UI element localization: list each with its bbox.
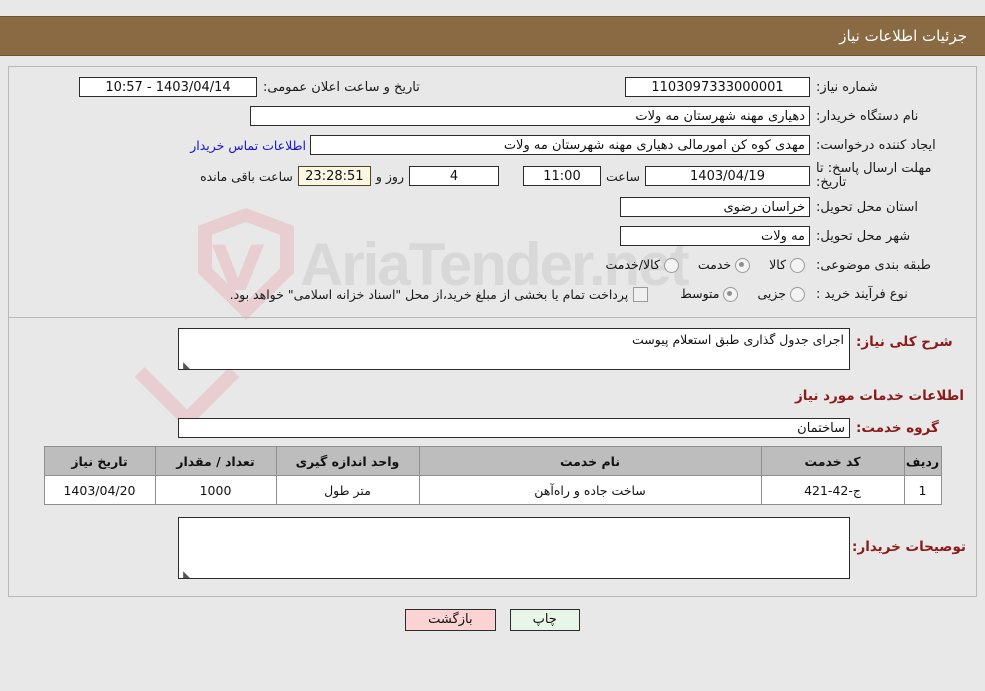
row-buyer-org: نام دستگاه خریدار: دهیاری مهنه شهرستان م… [19, 104, 966, 128]
row-service-group: گروه خدمت: ساختمان [19, 416, 966, 440]
cell-quantity: 1000 [154, 475, 277, 505]
category-label: طبقه بندی موضوعی: [816, 257, 932, 273]
deadline-label-line1: مهلت ارسال پاسخ: تا [816, 161, 932, 176]
col-need-date: تاریخ نیاز [43, 446, 156, 476]
cell-service-code: ج-42-421 [760, 475, 905, 505]
col-service-name: نام خدمت [418, 446, 762, 476]
row-city: شهر محل تحویل: مه ولات [19, 224, 966, 248]
service-group-value[interactable]: ساختمان [178, 418, 850, 438]
process-option-motavaset[interactable]: متوسط [666, 286, 743, 302]
announce-label: تاریخ و ساعت اعلان عمومی: [263, 79, 420, 95]
city-value[interactable]: مه ولات [620, 226, 810, 246]
cell-need-date: 1403/04/20 [43, 475, 156, 505]
deadline-date-value[interactable]: 1403/04/19 [645, 166, 810, 186]
radio-kala-khedmat-icon[interactable] [663, 258, 679, 273]
category-option-kala[interactable]: کالا [755, 257, 810, 273]
hour-label: ساعت [605, 168, 640, 184]
radio-jozii-icon[interactable] [790, 287, 805, 302]
days-remaining-value[interactable]: 4 [408, 166, 499, 186]
process-option-motavaset-label: متوسط [680, 286, 720, 301]
creator-value[interactable]: مهدی کوه کن امورمالی دهیاری مهنه شهرستان… [310, 135, 810, 155]
treasury-checkbox-label: پرداخت تمام یا بخشی از مبلغ خرید،از محل … [229, 286, 629, 302]
cell-unit: متر طول [275, 475, 420, 505]
remaining-suffix-label: ساعت باقی مانده [200, 168, 293, 184]
general-desc-textarea[interactable] [178, 328, 850, 370]
service-group-label: گروه خدمت: [856, 420, 939, 436]
creator-label: ایجاد کننده درخواست: [816, 137, 936, 153]
cell-index: 1 [903, 475, 942, 505]
province-value[interactable]: خراسان رضوی [620, 197, 810, 217]
page-title: جزئیات اطلاعات نیاز [839, 27, 967, 45]
need-details-panel: شرح کلی نیاز: ◣ اطلاعات خدمات مورد نیاز … [8, 318, 977, 597]
cell-service-name: ساخت جاده و راه‌آهن [418, 475, 762, 505]
page-root: جزئیات اطلاعات نیاز شماره نیاز: 11030973… [0, 0, 985, 631]
services-table: ردیف کد خدمت نام خدمت واحد اندازه گیری ت… [43, 446, 942, 505]
buyer-contact-link[interactable]: اطلاعات تماس خریدار [186, 138, 310, 153]
col-service-code: کد خدمت [760, 446, 905, 476]
category-option-khedmat[interactable]: خدمت [684, 257, 755, 273]
buyer-org-label: نام دستگاه خریدار: [816, 108, 919, 124]
col-index: ردیف [903, 446, 942, 476]
row-province: استان محل تحویل: خراسان رضوی [19, 195, 966, 219]
radio-khedmat-icon[interactable] [735, 258, 751, 273]
buyer-notes-label: توصیحات خریدار: [852, 539, 966, 555]
print-button[interactable]: چاپ [509, 609, 580, 631]
buyer-notes-wrap: ◣ [178, 517, 850, 583]
row-buyer-notes: توصیحات خریدار: ◣ [19, 517, 966, 583]
category-option-kala-label: کالا [769, 257, 787, 272]
back-button[interactable]: بازگشت [405, 609, 496, 631]
row-category: طبقه بندی موضوعی: کالا خدمت کالا/خدمت [19, 253, 966, 277]
treasury-checkbox[interactable] [633, 286, 649, 302]
process-option-jozii-label: جزیی [757, 286, 787, 301]
col-unit: واحد اندازه گیری [275, 446, 420, 476]
table-header-row: ردیف کد خدمت نام خدمت واحد اندازه گیری ت… [43, 446, 942, 476]
announce-value[interactable]: 1403/04/14 - 10:57 [79, 77, 257, 97]
row-creator: ایجاد کننده درخواست: مهدی کوه کن امورمال… [19, 133, 966, 157]
category-option-khedmat-label: خدمت [697, 257, 732, 272]
deadline-time-value[interactable]: 11:00 [522, 166, 601, 186]
buyer-org-value[interactable]: دهیاری مهنه شهرستان مه ولات [250, 106, 810, 126]
general-desc-wrap: ◣ [178, 328, 850, 374]
services-heading: اطلاعات خدمات مورد نیاز [794, 388, 964, 404]
buyer-notes-textarea[interactable] [178, 517, 850, 579]
general-desc-label: شرح کلی نیاز: [856, 334, 953, 350]
need-info-panel: شماره نیاز: 1103097333000001 تاریخ و ساع… [8, 66, 977, 318]
province-label: استان محل تحویل: [816, 199, 918, 215]
process-option-jozii[interactable]: جزیی [743, 286, 810, 302]
radio-kala-icon[interactable] [790, 258, 805, 273]
row-services-heading: اطلاعات خدمات مورد نیاز [19, 384, 966, 408]
deadline-label-line2: تاریخ: [816, 175, 847, 190]
row-general-desc: شرح کلی نیاز: ◣ [19, 328, 966, 374]
top-spacer [0, 0, 985, 16]
table-row[interactable]: 1 ج-42-421 ساخت جاده و راه‌آهن متر طول 1… [43, 475, 942, 505]
action-button-bar: چاپ بازگشت [0, 609, 985, 631]
category-option-kala-khedmat[interactable]: کالا/خدمت [592, 257, 684, 273]
radio-motavaset-icon[interactable] [723, 287, 739, 302]
category-option-kala-khedmat-label: کالا/خدمت [605, 257, 660, 272]
process-label: نوع فرآیند خرید : [816, 286, 908, 302]
need-number-value[interactable]: 1103097333000001 [625, 77, 810, 97]
row-need-number: شماره نیاز: 1103097333000001 تاریخ و ساع… [19, 75, 966, 99]
row-process-type: نوع فرآیند خرید : جزیی متوسط پرداخت تمام… [19, 282, 966, 306]
days-separator-label: روز و [375, 168, 404, 184]
time-remaining-value: 23:28:51 [297, 166, 371, 186]
page-title-bar: جزئیات اطلاعات نیاز [0, 16, 985, 56]
city-label: شهر محل تحویل: [816, 228, 911, 244]
need-number-label: شماره نیاز: [816, 79, 878, 95]
col-quantity: تعداد / مقدار [154, 446, 277, 476]
row-deadline: مهلت ارسال پاسخ: تا تاریخ: 1403/04/19 سا… [19, 162, 966, 190]
